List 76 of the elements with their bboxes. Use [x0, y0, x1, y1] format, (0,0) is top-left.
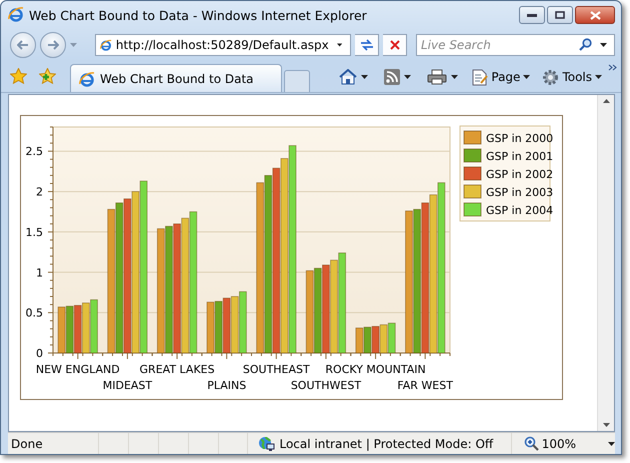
caret-icon[interactable] [608, 442, 616, 446]
search-icon[interactable] [579, 38, 592, 51]
back-button[interactable] [10, 32, 36, 58]
bar [230, 296, 239, 354]
legend-label: GSP in 2003 [486, 186, 554, 199]
zoom-button[interactable]: 100% [512, 435, 582, 452]
category-label: SOUTHWEST [290, 379, 362, 392]
scroll-up-icon[interactable] [602, 99, 610, 103]
legend-label: GSP in 2002 [486, 168, 554, 181]
axis-label: 1.5 [26, 226, 43, 239]
bar [222, 298, 231, 354]
address-field[interactable]: http://localhost:50289/Default.aspx [95, 34, 351, 56]
category-label: PLAINS [207, 379, 246, 392]
caret-icon [523, 75, 530, 79]
bar [355, 328, 364, 354]
search-box[interactable]: Live Search [416, 34, 615, 56]
stop-button[interactable] [383, 34, 407, 56]
minimize-button[interactable] [519, 6, 545, 24]
browser-tab[interactable]: Web Chart Bound to Data [70, 64, 282, 92]
tools-menu-button[interactable]: Tools [540, 68, 604, 86]
bar [388, 322, 396, 354]
scroll-down-icon[interactable] [602, 423, 610, 427]
scrollbar[interactable] [597, 95, 614, 431]
maximize-button[interactable] [547, 6, 573, 24]
legend-label: GSP in 2000 [486, 132, 554, 145]
globe-icon [258, 436, 276, 452]
stop-icon [390, 40, 400, 50]
status-text: Done [8, 433, 100, 454]
category-label: NEW ENGLAND [36, 363, 120, 376]
caret-icon [595, 75, 602, 79]
close-button[interactable] [575, 6, 615, 24]
caret-icon[interactable] [361, 75, 368, 79]
page-menu-button[interactable]: Page [470, 68, 532, 86]
bar [58, 306, 66, 354]
refresh-icon [360, 38, 374, 50]
feed-icon[interactable] [384, 69, 400, 85]
close-icon [590, 10, 600, 20]
forward-button[interactable] [40, 32, 66, 58]
category-label: GREAT LAKES [140, 363, 215, 376]
axis-label: 0.5 [26, 306, 43, 320]
caret-icon[interactable] [600, 42, 607, 46]
gear-icon [542, 68, 560, 86]
legend-label: GSP in 2004 [486, 204, 554, 217]
ie-logo-icon [8, 6, 24, 22]
favorites-star-icon[interactable] [10, 68, 27, 84]
caret-icon[interactable] [451, 75, 458, 79]
caret-icon[interactable] [404, 75, 412, 79]
category-label: FAR WEST [397, 379, 453, 392]
bar [74, 304, 82, 354]
bar [66, 306, 74, 354]
caret-icon[interactable] [336, 42, 342, 46]
window-title: Web Chart Bound to Data - Windows Internet Explorer [29, 8, 368, 22]
zoom-icon [524, 436, 539, 451]
right-arrow-icon [47, 40, 59, 50]
axis-label: 2 [36, 186, 43, 199]
page-icon [472, 68, 488, 86]
maximize-icon [555, 11, 565, 19]
printer-icon[interactable] [427, 69, 448, 85]
search-field[interactable]: Live Search [421, 38, 575, 52]
minimize-icon [527, 13, 537, 17]
axis-label: 2.5 [26, 145, 43, 158]
category-label: ROCKY MOUNTAIN [325, 363, 426, 376]
home-icon[interactable] [339, 69, 358, 85]
axis-label: 0 [36, 347, 43, 360]
category-label: SOUTHEAST [242, 363, 310, 376]
legend-label: GSP in 2001 [486, 150, 554, 163]
category-label: MIDEAST [102, 379, 152, 392]
refresh-button[interactable] [355, 34, 379, 56]
ie-logo-icon [79, 70, 95, 86]
add-favorite-icon[interactable] [39, 68, 56, 84]
chevron-icon[interactable] [608, 64, 617, 71]
left-arrow-icon [17, 40, 29, 50]
bar [380, 324, 388, 354]
bar [238, 291, 247, 354]
security-zone-text: Local intranet | Protected Mode: Off [279, 436, 494, 450]
axis-label: 1 [36, 266, 43, 280]
